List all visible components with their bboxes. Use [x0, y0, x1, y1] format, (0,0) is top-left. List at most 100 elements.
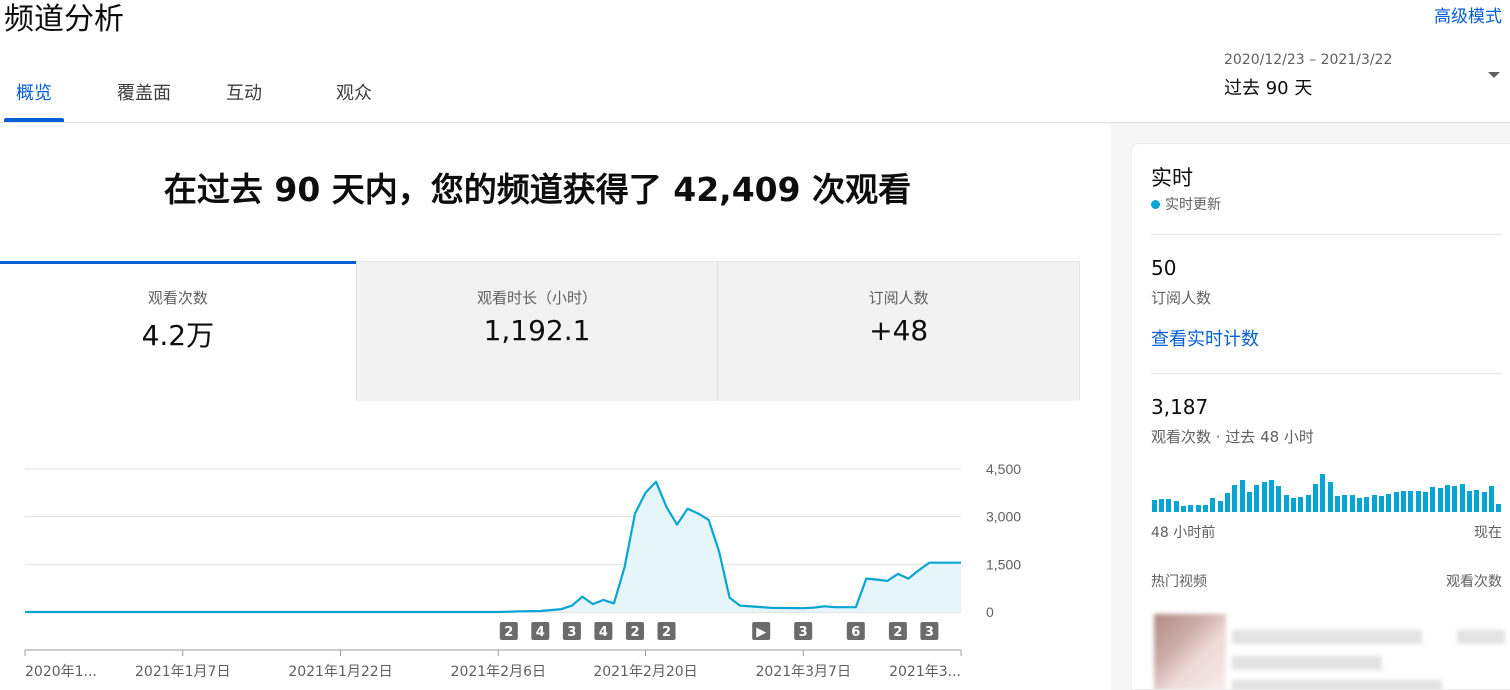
hourly-views-bar: [1224, 493, 1230, 512]
video-marker[interactable]: 6: [846, 622, 865, 640]
realtime-card: 实时 实时更新 50 订阅人数 查看实时计数 3,187 观看次数 · 过去 4…: [1131, 143, 1510, 690]
summary-headline: 在过去 90 天内，您的频道获得了 42,409 次观看: [163, 170, 912, 209]
date-range-label: 过去 90 天: [1224, 78, 1313, 99]
video-marker[interactable]: 2: [499, 622, 518, 640]
metric-value: +48: [869, 314, 929, 347]
tab-audience[interactable]: 观众: [335, 66, 373, 122]
hourly-views-bar: [1151, 500, 1157, 512]
hourly-views-bar: [1232, 485, 1238, 512]
hourly-views-bar: [1188, 505, 1194, 512]
metric-card-views[interactable]: 观看次数 4.2万: [0, 261, 356, 401]
blurred-video-views: [1457, 630, 1505, 644]
x-tick-label: 2021年3...: [889, 664, 961, 680]
hourly-views-bar: [1400, 491, 1406, 512]
realtime-title: 实时: [1151, 166, 1193, 190]
hourly-views-bar: [1378, 496, 1384, 512]
dropdown-arrow-icon[interactable]: [1488, 72, 1500, 78]
hourly-views-bar: [1364, 497, 1370, 512]
blurred-video-title: [1232, 680, 1442, 689]
hourly-views-bar: [1393, 492, 1399, 512]
hourly-views-bar: [1459, 484, 1465, 512]
metric-cards: 观看次数 4.2万 观看时长（小时） 1,192.1 订阅人数 +48: [0, 261, 1080, 401]
video-marker[interactable]: 2: [888, 622, 907, 640]
video-marker[interactable]: 2: [626, 622, 644, 640]
x-tick-label: 2020年1...: [25, 664, 97, 680]
marker-count: 4: [536, 625, 545, 640]
video-marker[interactable]: 2: [657, 622, 676, 640]
metric-card-watch-time[interactable]: 观看时长（小时） 1,192.1: [355, 262, 718, 401]
video-marker[interactable]: 3: [562, 622, 581, 640]
hourly-views-bar: [1422, 492, 1428, 512]
y-tick-label: 3,000: [986, 509, 1021, 525]
marker-count: 2: [504, 625, 513, 640]
x-tick-label: 2021年2月6日: [451, 664, 546, 680]
x-tick-label: 2021年1月22日: [288, 664, 392, 680]
realtime-hourly-chart: [1151, 464, 1503, 512]
video-marker[interactable]: 4: [531, 622, 550, 640]
hourly-views-bar: [1239, 480, 1245, 512]
date-range-picker[interactable]: 2020/12/23 – 2021/3/22 过去 90 天: [1224, 52, 1504, 102]
marker-count: ▶: [756, 625, 766, 640]
hourly-views-bar: [1246, 492, 1252, 512]
hourly-views-bar: [1320, 474, 1326, 512]
hourly-views-bar: [1466, 491, 1472, 512]
hourly-views-bar: [1195, 505, 1201, 512]
x-tick-label: 2021年2月20日: [593, 664, 697, 680]
video-marker[interactable]: ▶: [752, 622, 771, 640]
hourly-views-bar: [1452, 486, 1458, 512]
hourly-views-bar: [1349, 495, 1355, 512]
realtime-live-label: 实时更新: [1165, 197, 1221, 213]
hourly-views-bar: [1261, 482, 1267, 512]
tab-bar: 概览 覆盖面 互动 观众: [0, 66, 373, 122]
hourly-views-bar: [1254, 485, 1260, 512]
realtime-axis-start: 48 小时前: [1151, 525, 1216, 541]
top-videos-label: 热门视频: [1151, 574, 1207, 590]
x-tick-label: 2021年1月7日: [135, 664, 230, 680]
video-thumbnail-blurred[interactable]: [1154, 614, 1226, 689]
hourly-views-bar: [1210, 498, 1216, 512]
tab-engagement[interactable]: 互动: [226, 66, 262, 122]
hourly-views-bar: [1496, 504, 1502, 512]
hourly-views-bar: [1158, 499, 1164, 512]
view-live-count-link[interactable]: 查看实时计数: [1151, 325, 1259, 351]
metric-value: 1,192.1: [483, 314, 591, 347]
realtime-subscribers-value: 50: [1151, 256, 1177, 280]
tab-overview[interactable]: 概览: [4, 66, 64, 122]
realtime-axis-end: 现在: [1474, 525, 1502, 541]
metric-card-subscribers[interactable]: 订阅人数 +48: [717, 262, 1080, 401]
hourly-views-bar: [1488, 486, 1494, 512]
tab-reach[interactable]: 覆盖面: [116, 66, 172, 122]
marker-count: 3: [567, 625, 576, 640]
marker-count: 6: [851, 625, 860, 640]
hourly-views-bar: [1312, 484, 1318, 512]
views-area-fill: [25, 481, 961, 612]
marker-count: 2: [662, 625, 671, 640]
hourly-views-bar: [1217, 501, 1223, 512]
hourly-views-bar: [1415, 491, 1421, 512]
metric-label: 订阅人数: [868, 289, 929, 307]
x-tick-label: 2021年3月7日: [756, 664, 851, 680]
hourly-views-bar: [1437, 488, 1443, 512]
divider: [1151, 373, 1502, 374]
views-chart: 4,500 3,000 1,500 0 2 4 3 4 2 2 ▶ 3 6 2 3 2020年1... 2021…: [24, 461, 1021, 680]
hourly-views-bar: [1327, 482, 1333, 512]
page-title: 频道分析: [4, 2, 124, 37]
hourly-views-bar: [1305, 495, 1311, 512]
y-tick-label: 1,500: [986, 556, 1021, 572]
video-marker[interactable]: 4: [594, 622, 613, 640]
hourly-views-bar: [1342, 495, 1348, 512]
marker-count: 4: [599, 625, 608, 640]
hourly-views-bar: [1298, 497, 1304, 512]
y-tick-label: 4,500: [986, 461, 1021, 477]
video-marker[interactable]: 3: [794, 622, 813, 640]
hourly-views-bar: [1173, 501, 1179, 512]
marker-count: 3: [799, 625, 808, 640]
marker-count: 2: [630, 625, 639, 640]
hourly-views-bar: [1276, 486, 1282, 512]
metric-label: 观看时长（小时）: [477, 289, 598, 307]
marker-count: 2: [893, 625, 902, 640]
hourly-views-bar: [1283, 495, 1289, 512]
blurred-video-title: [1232, 630, 1422, 644]
advanced-mode-link[interactable]: 高级模式: [1434, 2, 1502, 27]
video-marker[interactable]: 3: [920, 622, 939, 640]
